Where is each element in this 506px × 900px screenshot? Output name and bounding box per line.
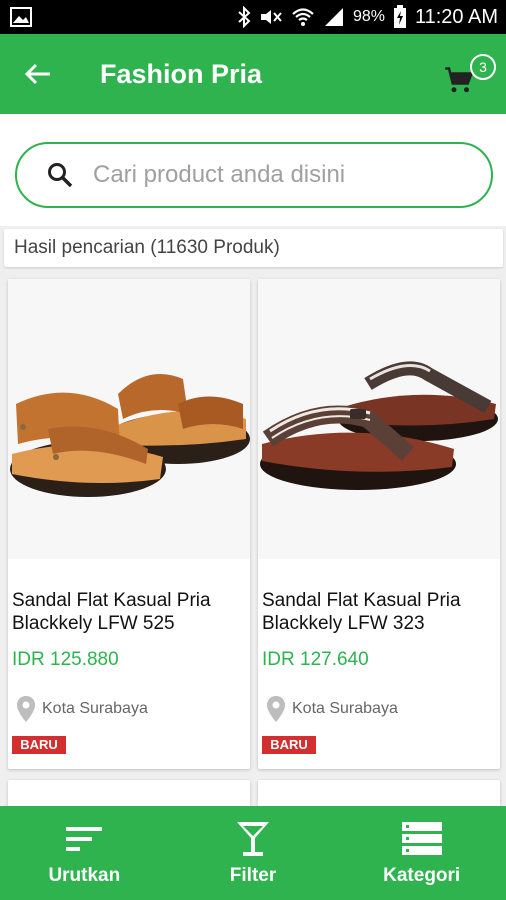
new-badge: BARU xyxy=(262,736,316,754)
battery-percent: 98% xyxy=(352,8,385,25)
wifi-icon xyxy=(291,7,315,27)
product-image xyxy=(258,279,500,559)
search-area xyxy=(0,114,506,226)
page-title: Fashion Pria xyxy=(100,58,263,89)
product-name[interactable]: Sandal Flat Kasual Pria Blackkely LFW 52… xyxy=(12,589,248,635)
back-button[interactable] xyxy=(8,34,68,114)
new-badge: BARU xyxy=(12,736,66,754)
signal-icon xyxy=(323,7,345,27)
product-image xyxy=(8,279,250,559)
cart-button[interactable]: 3 xyxy=(444,54,496,98)
sort-button[interactable]: Urutkan xyxy=(0,806,169,900)
product-price: IDR 127.640 xyxy=(262,649,369,670)
mute-icon xyxy=(259,7,283,27)
category-label: Kategori xyxy=(383,865,461,886)
product-price: IDR 125.880 xyxy=(12,649,119,670)
location-label: Kota Surabaya xyxy=(292,700,398,717)
product-location: Kota Surabaya xyxy=(266,695,398,723)
search-input[interactable] xyxy=(93,161,473,189)
gallery-icon xyxy=(10,7,32,27)
sort-label: Urutkan xyxy=(48,865,121,886)
arrow-left-icon xyxy=(24,63,50,85)
category-icon xyxy=(401,819,442,859)
search-icon[interactable] xyxy=(45,160,75,190)
search-box[interactable] xyxy=(15,142,493,208)
status-bar: 98% 11:20 AM xyxy=(0,0,506,34)
sort-icon xyxy=(66,819,103,859)
category-button[interactable]: Kategori xyxy=(337,806,506,900)
battery-icon xyxy=(393,5,407,29)
location-pin-icon xyxy=(267,696,285,722)
location-pin-icon xyxy=(17,696,35,722)
cart-count-badge: 3 xyxy=(470,54,496,80)
filter-button[interactable]: Filter xyxy=(169,806,338,900)
filter-label: Filter xyxy=(229,865,277,886)
results-summary: Hasil pencarian (11630 Produk) xyxy=(4,229,503,267)
bluetooth-icon xyxy=(237,6,251,28)
product-location: Kota Surabaya xyxy=(16,695,148,723)
app-bar: Fashion Pria 3 xyxy=(0,34,506,114)
product-card[interactable]: Sandal Flat Kasual Pria Blackkely LFW 32… xyxy=(258,279,500,769)
product-card[interactable]: Sandal Flat Kasual Pria Blackkely LFW 52… xyxy=(8,279,250,769)
status-time: 11:20 AM xyxy=(414,5,498,28)
bottom-nav: Urutkan Filter Kategori xyxy=(0,806,506,900)
product-name[interactable]: Sandal Flat Kasual Pria Blackkely LFW 32… xyxy=(262,589,498,635)
filter-icon xyxy=(235,819,271,859)
location-label: Kota Surabaya xyxy=(42,700,148,717)
